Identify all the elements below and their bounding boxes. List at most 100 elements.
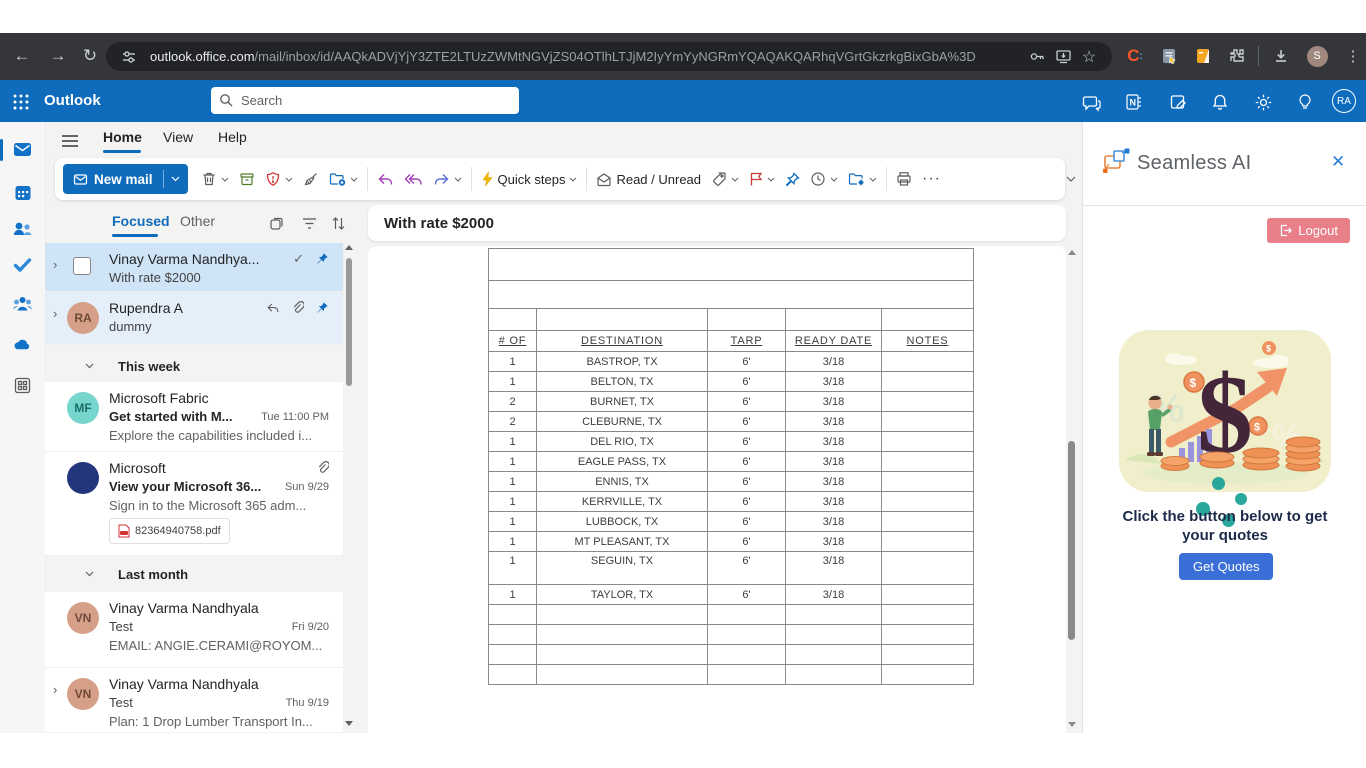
collapse-chevron-icon[interactable] xyxy=(85,571,94,577)
svg-text:$: $ xyxy=(1266,344,1271,354)
tab-other[interactable]: Other xyxy=(180,213,215,229)
extension-clickup-icon[interactable]: C: xyxy=(1122,43,1148,69)
reading-scroll-down[interactable] xyxy=(1068,722,1076,727)
reply-button[interactable] xyxy=(372,164,399,194)
mail-subject: Test xyxy=(109,695,133,710)
group-header-last-month[interactable]: Last month xyxy=(45,560,343,588)
sort-icon[interactable] xyxy=(329,214,347,232)
outlook-brand[interactable]: Outlook xyxy=(44,92,101,109)
calendar-app-icon[interactable] xyxy=(12,182,33,203)
mail-item[interactable]: MF Microsoft Fabric Get started with M..… xyxy=(45,382,343,452)
address-bar[interactable]: outlook.office.com/mail/inbox/id/AAQkADV… xyxy=(106,42,1112,71)
pin-icon[interactable] xyxy=(316,252,329,265)
snooze-button[interactable] xyxy=(805,164,843,194)
archive-button[interactable] xyxy=(234,164,260,194)
pin-icon[interactable] xyxy=(316,301,329,314)
notifications-bell-icon[interactable] xyxy=(1210,92,1230,112)
extensions-puzzle-icon[interactable] xyxy=(1224,43,1250,69)
flag-button[interactable] xyxy=(744,164,780,194)
mail-item[interactable]: › VN Vinay Varma Nandhyala Test Thu 9/19… xyxy=(45,668,343,733)
list-scrollbar-thumb[interactable] xyxy=(346,258,352,386)
categorize-button[interactable] xyxy=(706,164,744,194)
search-input[interactable]: Search xyxy=(211,87,519,114)
reading-scrollbar-thumb[interactable] xyxy=(1068,441,1075,640)
flag-icon xyxy=(750,172,763,186)
rules-button[interactable] xyxy=(843,164,882,194)
extension-notebook-icon[interactable] xyxy=(1190,43,1216,69)
select-checkbox[interactable] xyxy=(73,257,91,275)
report-button[interactable] xyxy=(260,164,298,194)
tab-help[interactable]: Help xyxy=(218,129,247,145)
app-launcher-waffle-icon[interactable] xyxy=(11,92,31,112)
pin-icon xyxy=(785,171,800,186)
new-mail-dropdown[interactable] xyxy=(164,176,188,182)
mail-item[interactable]: VN Vinay Varma Nandhyala Test Fri 9/20 E… xyxy=(45,592,343,668)
checkmark-icon[interactable]: ✓ xyxy=(293,251,304,267)
feedback-chat-icon[interactable] xyxy=(1081,92,1101,112)
browser-forward-icon[interactable]: → xyxy=(44,42,72,70)
message-subject-bar[interactable]: With rate $2000 xyxy=(368,205,1066,241)
install-app-icon[interactable] xyxy=(1050,44,1076,70)
browser-reload-icon[interactable]: ↻ xyxy=(76,42,104,70)
get-quotes-button[interactable]: Get Quotes xyxy=(1179,553,1274,580)
todo-app-icon[interactable] xyxy=(12,254,33,275)
people-app-icon[interactable] xyxy=(12,219,33,240)
new-mail-button[interactable]: New mail xyxy=(63,164,188,194)
mail-item[interactable]: Microsoft View your Microsoft 36... Sun … xyxy=(45,452,343,556)
url-text[interactable]: outlook.office.com/mail/inbox/id/AAQkADV… xyxy=(150,49,1024,64)
chrome-menu-kebab-icon[interactable]: ⋮ xyxy=(1340,43,1366,69)
mail-app-icon[interactable] xyxy=(12,139,33,160)
print-button[interactable] xyxy=(891,164,917,194)
reading-scroll-up[interactable] xyxy=(1068,250,1076,255)
filter-icon[interactable] xyxy=(300,214,318,232)
pin-button[interactable] xyxy=(780,164,805,194)
delete-button[interactable] xyxy=(196,164,234,194)
mail-item[interactable]: › RA Rupendra A dummy xyxy=(45,292,343,345)
attachment-chip[interactable]: 82364940758.pdf xyxy=(109,518,230,544)
extension-page-icon[interactable] xyxy=(1156,43,1182,69)
select-messages-icon[interactable] xyxy=(267,214,285,232)
onenote-feed-icon[interactable]: N xyxy=(1124,92,1144,112)
site-info-icon[interactable] xyxy=(116,44,142,70)
read-unread-button[interactable]: Read / Unread xyxy=(591,164,706,194)
downloads-icon[interactable] xyxy=(1268,43,1294,69)
settings-gear-icon[interactable] xyxy=(1253,92,1273,112)
close-panel-icon[interactable]: ✕ xyxy=(1331,152,1345,172)
browser-back-icon[interactable]: ← xyxy=(8,42,36,70)
tab-home[interactable]: Home xyxy=(103,129,142,145)
mail-date: Sun 9/29 xyxy=(284,480,329,493)
group-header-this-week[interactable]: This week xyxy=(45,352,343,380)
account-avatar[interactable]: RA xyxy=(1332,89,1356,113)
groups-app-icon[interactable] xyxy=(12,294,33,315)
expand-chevron-icon[interactable]: › xyxy=(53,306,57,321)
password-key-icon[interactable] xyxy=(1024,44,1050,70)
tips-lightbulb-icon[interactable] xyxy=(1295,92,1315,112)
ribbon-collapse-chevron[interactable] xyxy=(1066,176,1076,182)
move-to-folder-button[interactable] xyxy=(324,164,363,194)
instruction-text: Click the button below to get your quote… xyxy=(1122,508,1328,544)
more-options-button[interactable]: ··· xyxy=(917,164,946,194)
sweep-button[interactable] xyxy=(298,164,324,194)
forward-button[interactable] xyxy=(428,164,467,194)
mail-date: Tue 11:00 PM xyxy=(261,410,329,423)
mail-date: Fri 9/20 xyxy=(291,620,329,633)
onedrive-app-icon[interactable] xyxy=(12,334,33,355)
quick-steps-button[interactable]: Quick steps xyxy=(476,164,583,194)
list-scroll-down[interactable] xyxy=(345,721,353,726)
tab-focused[interactable]: Focused xyxy=(112,213,170,229)
reply-all-button[interactable] xyxy=(399,164,428,194)
expand-chevron-icon[interactable]: › xyxy=(53,257,57,272)
notes-icon[interactable] xyxy=(1168,92,1188,112)
logout-button[interactable]: Logout xyxy=(1267,218,1350,243)
tab-view[interactable]: View xyxy=(163,129,193,145)
hamburger-menu-icon[interactable] xyxy=(60,130,80,151)
logout-icon xyxy=(1281,224,1293,237)
browser-profile-avatar[interactable]: S xyxy=(1304,43,1330,69)
expand-chevron-icon[interactable]: › xyxy=(53,682,57,697)
list-scroll-up[interactable] xyxy=(345,245,353,250)
more-apps-icon[interactable] xyxy=(12,375,33,396)
mail-item[interactable]: › Vinay Varma Nandhya... ✓ With rate $20… xyxy=(45,243,343,292)
bookmark-star-icon[interactable]: ☆ xyxy=(1076,44,1102,70)
mail-subject: Test xyxy=(109,619,133,634)
collapse-chevron-icon[interactable] xyxy=(85,363,94,369)
